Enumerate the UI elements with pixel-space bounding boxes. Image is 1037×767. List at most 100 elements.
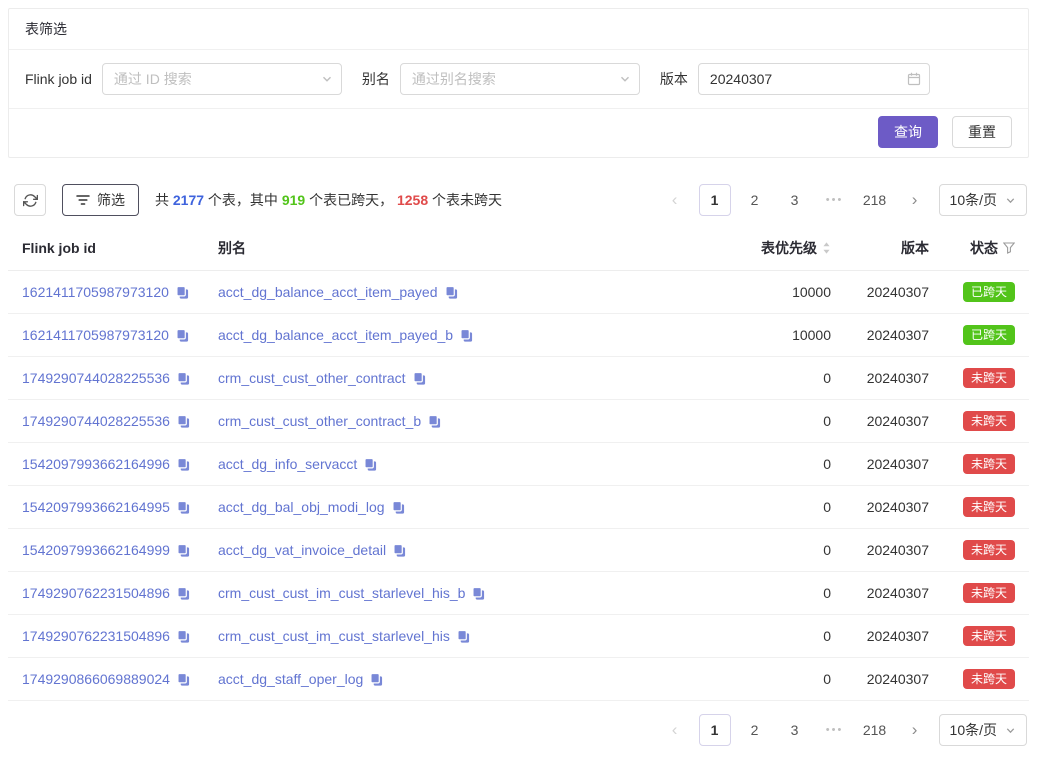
copy-alias-button[interactable] — [472, 587, 485, 600]
priority-cell: 10000 — [729, 271, 839, 314]
prev-page-button[interactable]: ‹ — [659, 184, 691, 216]
table-row[interactable]: 1542097993662164999 acct_dg_vat_invoice_… — [8, 529, 1029, 572]
priority-cell: 0 — [729, 400, 839, 443]
sort-icon[interactable] — [822, 241, 831, 255]
alias-label: 别名 — [362, 69, 390, 89]
table-row[interactable]: 1749290762231504896 crm_cust_cust_im_cus… — [8, 572, 1029, 615]
version-field: 版本 — [660, 63, 930, 95]
flink-job-id-link[interactable]: 1749290762231504896 — [22, 585, 170, 601]
flink-job-id-link[interactable]: 1542097993662164996 — [22, 456, 170, 472]
alias-link[interactable]: acct_dg_vat_invoice_detail — [218, 542, 386, 558]
summary-crossed-count: 919 — [282, 192, 305, 208]
flink-job-id-link[interactable]: 1542097993662164999 — [22, 542, 170, 558]
filter-toggle-button[interactable]: 筛选 — [62, 184, 139, 216]
copy-alias-button[interactable] — [428, 415, 441, 428]
alias-link[interactable]: acct_dg_info_servacct — [218, 456, 357, 472]
copy-id-button[interactable] — [177, 415, 190, 428]
page-item-2[interactable]: 2 — [739, 184, 771, 216]
copy-icon — [413, 372, 426, 385]
copy-alias-button[interactable] — [460, 329, 473, 342]
copy-alias-button[interactable] — [413, 372, 426, 385]
alias-link[interactable]: acct_dg_bal_obj_modi_log — [218, 499, 385, 515]
copy-icon — [177, 458, 190, 471]
bottom-pagination: ‹ 1 2 3 ••• 218 › 10条/页 — [8, 714, 1027, 746]
copy-id-button[interactable] — [177, 587, 190, 600]
page-item-last[interactable]: 218 — [859, 184, 891, 216]
alias-link[interactable]: crm_cust_cust_other_contract_b — [218, 413, 421, 429]
copy-alias-button[interactable] — [457, 630, 470, 643]
copy-alias-button[interactable] — [370, 673, 383, 686]
page-size-select[interactable]: 10条/页 — [939, 714, 1027, 746]
table-row[interactable]: 1749290744028225536 crm_cust_cust_other_… — [8, 357, 1029, 400]
column-header-alias: 别名 — [204, 226, 729, 271]
copy-id-button[interactable] — [176, 329, 189, 342]
page-item-3[interactable]: 3 — [779, 184, 811, 216]
refresh-button[interactable] — [14, 184, 46, 216]
page-ellipsis[interactable]: ••• — [819, 714, 851, 746]
copy-id-button[interactable] — [177, 544, 190, 557]
alias-link[interactable]: acct_dg_balance_acct_item_payed — [218, 284, 438, 300]
filter-funnel-icon[interactable] — [1003, 242, 1015, 254]
filter-card: 表筛选 Flink job id 别名 — [8, 8, 1029, 158]
copy-alias-button[interactable] — [393, 544, 406, 557]
copy-alias-button[interactable] — [364, 458, 377, 471]
alias-link[interactable]: acct_dg_staff_oper_log — [218, 671, 363, 687]
version-date-input[interactable] — [698, 63, 930, 95]
search-button[interactable]: 查询 — [878, 116, 938, 148]
flink-job-id-link[interactable]: 1749290762231504896 — [22, 628, 170, 644]
prev-page-button[interactable]: ‹ — [659, 714, 691, 746]
page-item-2[interactable]: 2 — [739, 714, 771, 746]
page-ellipsis[interactable]: ••• — [819, 184, 851, 216]
copy-icon — [177, 501, 190, 514]
status-badge: 未跨天 — [963, 626, 1015, 646]
column-header-status[interactable]: 状态 — [939, 226, 1029, 271]
page-item-3[interactable]: 3 — [779, 714, 811, 746]
flink-job-id-label: Flink job id — [25, 71, 92, 87]
flink-job-id-link[interactable]: 1542097993662164995 — [22, 499, 170, 515]
flink-job-id-select[interactable] — [102, 63, 342, 95]
refresh-icon — [23, 193, 38, 208]
page-size-select[interactable]: 10条/页 — [939, 184, 1027, 216]
copy-id-button[interactable] — [177, 673, 190, 686]
table-row[interactable]: 1542097993662164995 acct_dg_bal_obj_modi… — [8, 486, 1029, 529]
table-row[interactable]: 1542097993662164996 acct_dg_info_servacc… — [8, 443, 1029, 486]
copy-id-button[interactable] — [177, 630, 190, 643]
copy-alias-button[interactable] — [392, 501, 405, 514]
version-cell: 20240307 — [839, 529, 939, 572]
next-page-button[interactable]: › — [899, 184, 931, 216]
table-row[interactable]: 1621411705987973120 acct_dg_balance_acct… — [8, 314, 1029, 357]
table-row[interactable]: 1749290744028225536 crm_cust_cust_other_… — [8, 400, 1029, 443]
next-page-button[interactable]: › — [899, 714, 931, 746]
alias-link[interactable]: crm_cust_cust_other_contract — [218, 370, 406, 386]
version-cell: 20240307 — [839, 658, 939, 701]
copy-id-button[interactable] — [177, 501, 190, 514]
table-row[interactable]: 1749290762231504896 crm_cust_cust_im_cus… — [8, 615, 1029, 658]
copy-icon — [177, 630, 190, 643]
flink-job-id-link[interactable]: 1749290866069889024 — [22, 671, 170, 687]
flink-job-id-link[interactable]: 1749290744028225536 — [22, 370, 170, 386]
reset-button[interactable]: 重置 — [952, 116, 1012, 148]
alias-link[interactable]: crm_cust_cust_im_cust_starlevel_his_b — [218, 585, 465, 601]
flink-job-id-link[interactable]: 1749290744028225536 — [22, 413, 170, 429]
copy-alias-button[interactable] — [445, 286, 458, 299]
table-row[interactable]: 1749290866069889024 acct_dg_staff_oper_l… — [8, 658, 1029, 701]
page-item-last[interactable]: 218 — [859, 714, 891, 746]
alias-link[interactable]: crm_cust_cust_im_cust_starlevel_his — [218, 628, 450, 644]
flink-job-id-link[interactable]: 1621411705987973120 — [22, 284, 169, 300]
table-row[interactable]: 1621411705987973120 acct_dg_balance_acct… — [8, 271, 1029, 314]
page-item-1[interactable]: 1 — [699, 184, 731, 216]
flink-job-id-link[interactable]: 1621411705987973120 — [22, 327, 169, 343]
column-header-priority[interactable]: 表优先级 — [729, 226, 839, 271]
version-cell: 20240307 — [839, 357, 939, 400]
page-item-1[interactable]: 1 — [699, 714, 731, 746]
column-header-id: Flink job id — [8, 226, 204, 271]
version-cell: 20240307 — [839, 443, 939, 486]
status-badge: 未跨天 — [963, 497, 1015, 517]
copy-id-button[interactable] — [177, 458, 190, 471]
copy-id-button[interactable] — [177, 372, 190, 385]
copy-icon — [176, 286, 189, 299]
alias-link[interactable]: acct_dg_balance_acct_item_payed_b — [218, 327, 453, 343]
alias-select[interactable] — [400, 63, 640, 95]
table-body: 1621411705987973120 acct_dg_balance_acct… — [8, 271, 1029, 701]
copy-id-button[interactable] — [176, 286, 189, 299]
